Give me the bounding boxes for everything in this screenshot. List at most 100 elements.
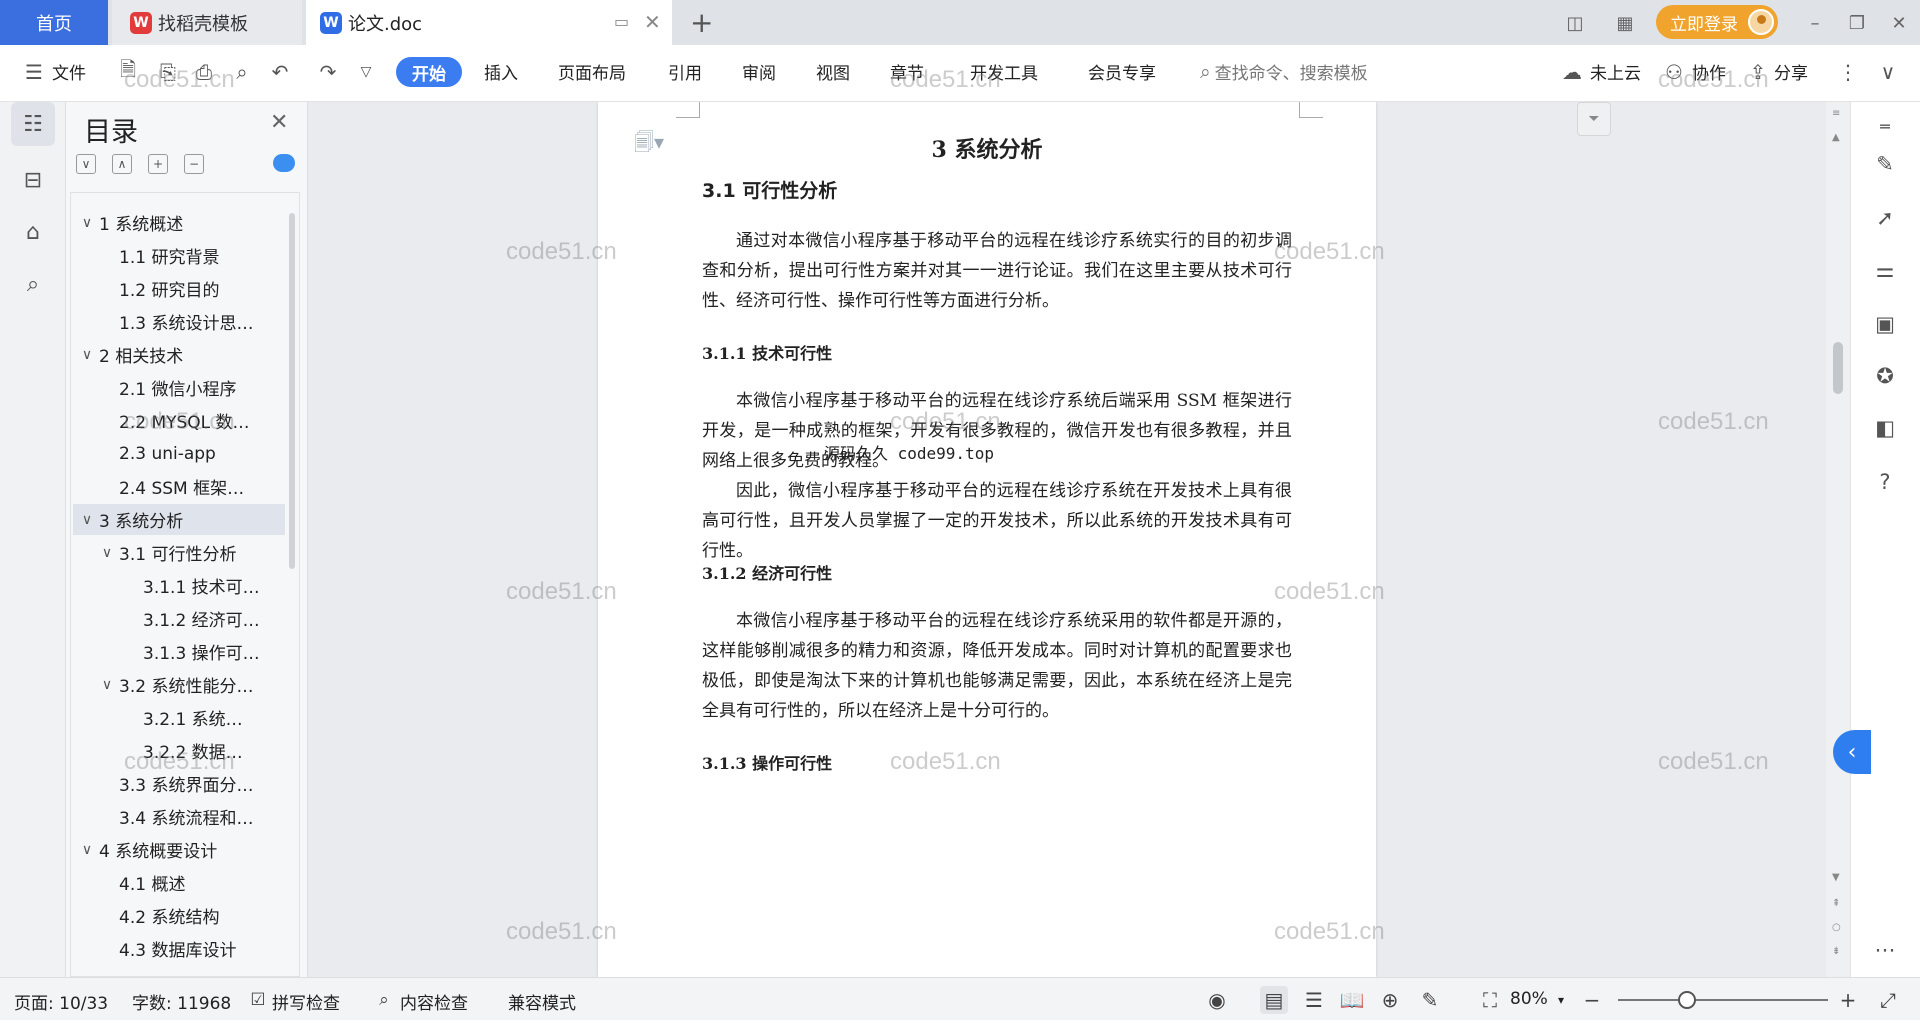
chevron-down-icon[interactable]: ∨	[99, 545, 115, 561]
page-view-icon[interactable]: ▤	[1260, 986, 1288, 1014]
zoom-slider[interactable]	[1618, 991, 1828, 1009]
print-preview-icon[interactable]: ⌕	[228, 58, 256, 86]
add-heading-icon[interactable]: +	[148, 154, 168, 174]
zoom-dropdown-icon[interactable]: ▾	[1558, 993, 1564, 1007]
toc-item[interactable]: 2.3 uni-app	[73, 438, 285, 469]
toc-scrollbar[interactable]	[289, 213, 295, 569]
toc-icon[interactable]: ☷	[11, 102, 55, 146]
section-nav-icon[interactable]: ⊟	[11, 158, 55, 202]
chevron-down-icon[interactable]: ∨	[99, 677, 115, 693]
restore-icon[interactable]: ❐	[1842, 9, 1872, 37]
toc-item[interactable]: 1.3 系统设计思…	[73, 306, 285, 337]
zoom-slider-knob[interactable]	[1678, 991, 1697, 1009]
document-page[interactable]: 🗐▾ 3 系统分析 3.1 可行性分析 通过对本微信小程序基于移动平台的远程在线…	[598, 102, 1376, 977]
remove-heading-icon[interactable]: −	[184, 154, 204, 174]
toc-item[interactable]: ∨ 2 相关技术	[73, 339, 285, 370]
tab-page-layout[interactable]: 页面布局	[558, 59, 626, 84]
toc-item[interactable]: 3.1.3 操作可…	[73, 636, 285, 667]
vertical-scrollbar[interactable]: ≡ ▲ ▼ ⇞ ○ ⇟	[1826, 102, 1850, 977]
page-select-icon[interactable]: ○	[1832, 922, 1841, 933]
prev-page-icon[interactable]: ⇞	[1832, 898, 1840, 909]
search-icon[interactable]: ⌕	[11, 262, 55, 306]
toc-item[interactable]: 3.1.2 经济可…	[73, 603, 285, 634]
chevron-down-icon[interactable]: ∨	[79, 347, 95, 363]
toc-item[interactable]: 3.2.1 系统…	[73, 702, 285, 733]
toc-item[interactable]: ∨ 3.2 系统性能分…	[73, 669, 285, 700]
tab-reference[interactable]: 引用	[668, 59, 702, 84]
chevron-down-icon[interactable]: ∨	[79, 842, 95, 858]
collapse-ribbon-icon[interactable]: ∨	[1874, 58, 1902, 86]
toc-item[interactable]: 3.3 系统界面分…	[73, 768, 285, 799]
expand-down-icon[interactable]: ∨	[76, 154, 96, 174]
select-cursor-icon[interactable]: ➚	[1867, 200, 1903, 236]
tab-insert[interactable]: 插入	[484, 59, 518, 84]
tab-chapter[interactable]: 章节	[890, 59, 924, 84]
bookmark-icon[interactable]: ⌂	[11, 210, 55, 254]
write-mode-icon[interactable]: ✎	[1416, 986, 1444, 1014]
eye-protection-icon[interactable]: ◉	[1203, 986, 1231, 1014]
tab-review[interactable]: 审阅	[742, 59, 776, 84]
image-tool-icon[interactable]: ▣	[1867, 306, 1903, 342]
window-close-icon[interactable]: ✕	[1884, 9, 1914, 37]
plus-icon[interactable]: +	[690, 6, 713, 39]
toc-item[interactable]: 3.2.2 数据…	[73, 735, 285, 766]
toc-item[interactable]: 4.3 数据库设计	[73, 933, 285, 964]
spell-check-button[interactable]: 拼写检查	[272, 989, 340, 1014]
toc-item[interactable]: ∨ 3 系统分析	[73, 504, 285, 535]
tab-member[interactable]: 会员专享	[1088, 59, 1156, 84]
share-button[interactable]: 分享	[1774, 59, 1808, 84]
settings-sliders-icon[interactable]: ⚌	[1867, 252, 1903, 288]
tab-pin-icon[interactable]: ▭	[614, 12, 629, 31]
fullscreen-icon[interactable]: ⤢	[1874, 986, 1902, 1014]
fit-page-icon[interactable]: ⛶	[1476, 986, 1504, 1014]
toc-item[interactable]: 1.1 研究背景	[73, 240, 285, 271]
collapse-up-icon[interactable]: ∧	[112, 154, 132, 174]
outline-view-icon[interactable]: ☰	[1300, 986, 1328, 1014]
undo-icon[interactable]: ↶	[266, 58, 294, 86]
page-indicator[interactable]: 页面: 10/33	[14, 989, 108, 1014]
scroll-down-icon[interactable]: ▼	[1832, 872, 1840, 883]
more-options-icon[interactable]: ⋯	[1867, 932, 1903, 968]
drag-handle-icon[interactable]: ═	[1867, 108, 1903, 144]
login-button[interactable]: 立即登录	[1656, 5, 1778, 39]
cloud-status[interactable]: 未上云	[1590, 59, 1641, 84]
tab-developer[interactable]: 开发工具	[970, 59, 1038, 84]
menu-file[interactable]: 文件	[52, 59, 86, 84]
redo-icon[interactable]: ↷	[314, 58, 342, 86]
toc-item[interactable]: 4.1 概述	[73, 867, 285, 898]
toc-item[interactable]: 1.2 研究目的	[73, 273, 285, 304]
close-icon[interactable]: ✕	[270, 110, 288, 135]
print-icon[interactable]: ⎙	[190, 58, 218, 86]
chevron-down-icon[interactable]: ∨	[79, 215, 95, 231]
toc-item[interactable]: 4.2 系统结构	[73, 900, 285, 931]
help-icon[interactable]: ?	[1867, 464, 1903, 500]
scroll-up-icon[interactable]: ▲	[1832, 132, 1840, 143]
tab-document[interactable]: W 论文.doc ▭ ✕	[306, 0, 672, 45]
pen-icon[interactable]: ✎	[1867, 146, 1903, 182]
toc-item[interactable]: 3.4 系统流程和…	[73, 801, 285, 832]
apps-grid-icon[interactable]: ▦	[1610, 9, 1640, 37]
chevron-down-icon[interactable]: ∨	[79, 512, 95, 528]
layout-icon[interactable]: ◫	[1560, 9, 1590, 37]
toc-item[interactable]: ∨ 3.1 可行性分析	[73, 537, 285, 568]
next-page-icon[interactable]: ⇟	[1832, 946, 1840, 957]
tab-view[interactable]: 视图	[816, 59, 850, 84]
save-icon[interactable]: 🗎	[114, 57, 142, 86]
tab-start[interactable]: 开始	[396, 57, 462, 87]
scroll-top-icon[interactable]: ≡	[1832, 108, 1840, 119]
chevron-down-icon[interactable]: ▽	[352, 58, 380, 86]
toc-item[interactable]: 3.1.1 技术可…	[73, 570, 285, 601]
reading-view-icon[interactable]: 📖	[1338, 986, 1366, 1014]
close-icon[interactable]: ✕	[644, 10, 661, 34]
minimize-icon[interactable]: –	[1800, 9, 1830, 37]
tab-template[interactable]: W 找稻壳模板	[112, 0, 302, 45]
scrollbar-thumb[interactable]	[1833, 342, 1843, 394]
collab-button[interactable]: 协作	[1692, 59, 1726, 84]
collapse-toolbar-icon[interactable]: ⏷	[1577, 102, 1611, 136]
ai-assistant-icon[interactable]: ✪	[1867, 358, 1903, 394]
toc-item[interactable]: 2.4 SSM 框架…	[73, 471, 285, 502]
tab-home[interactable]: 首页	[0, 0, 108, 45]
more-icon[interactable]: ⋮	[1834, 58, 1862, 86]
toc-sync-toggle[interactable]	[273, 154, 295, 172]
command-search[interactable]: ⌕ 查找命令、搜索模板	[1200, 59, 1368, 85]
